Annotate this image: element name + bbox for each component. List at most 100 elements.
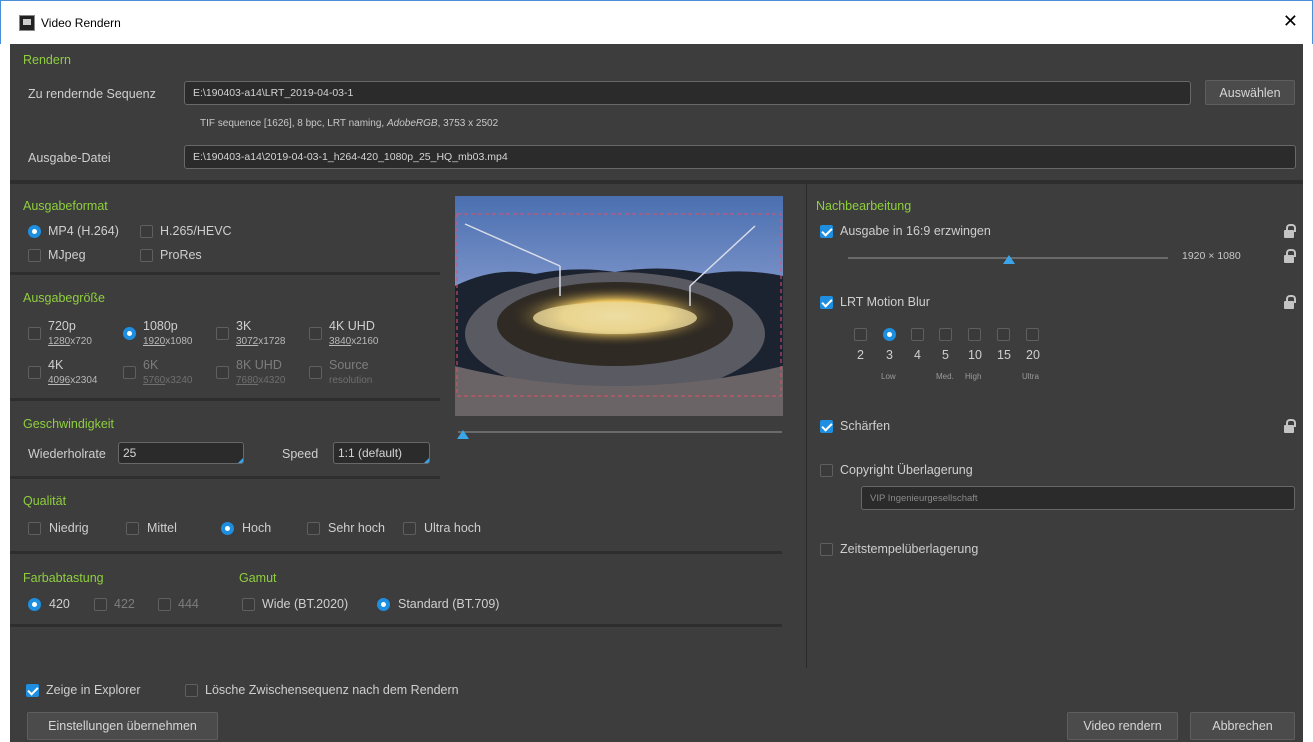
label-gamut-standard[interactable]: Standard (BT.709) xyxy=(398,597,499,611)
label-3k[interactable]: 3K xyxy=(236,319,251,333)
radio-720p[interactable] xyxy=(28,327,41,340)
radio-mp4[interactable] xyxy=(28,225,41,238)
checkbox-copyright[interactable] xyxy=(820,464,833,477)
blur-num-3: 3 xyxy=(886,348,893,362)
label-mjpeg[interactable]: MJpeg xyxy=(48,248,86,262)
apply-settings-button[interactable]: Einstellungen übernehmen xyxy=(27,712,218,740)
radio-blur-3[interactable] xyxy=(883,328,896,341)
radio-mjpeg[interactable] xyxy=(28,249,41,262)
checkbox-motion-blur[interactable] xyxy=(820,296,833,309)
radio-444 xyxy=(158,598,171,611)
label-sharpen[interactable]: Schärfen xyxy=(840,419,890,433)
radio-blur-20[interactable] xyxy=(1026,328,1039,341)
choose-button[interactable]: Auswählen xyxy=(1205,80,1295,105)
label-quality-veryhigh[interactable]: Sehr hoch xyxy=(328,521,385,535)
sequence-label: Zu rendernde Sequenz xyxy=(28,87,156,101)
radio-gamut-wide[interactable] xyxy=(242,598,255,611)
blur-num-5: 5 xyxy=(942,348,949,362)
lock-icon[interactable] xyxy=(1284,249,1296,263)
radio-quality-high[interactable] xyxy=(221,522,234,535)
radio-420[interactable] xyxy=(28,598,41,611)
label-quality-mid[interactable]: Mittel xyxy=(147,521,177,535)
separator-format xyxy=(10,272,440,275)
res-6k: 5760x3240 xyxy=(143,375,193,386)
separator-top xyxy=(10,180,1303,184)
label-show-explorer[interactable]: Zeige in Explorer xyxy=(46,683,141,697)
res-3k: 3072x1728 xyxy=(236,336,286,347)
render-video-button[interactable]: Video rendern xyxy=(1067,712,1178,740)
radio-hevc[interactable] xyxy=(140,225,153,238)
radio-blur-2[interactable] xyxy=(854,328,867,341)
radio-source xyxy=(309,366,322,379)
preview-timeline-handle[interactable] xyxy=(457,430,469,439)
rate-input[interactable]: 25 xyxy=(118,442,244,464)
label-8k-uhd: 8K UHD xyxy=(236,358,282,372)
label-1080p[interactable]: 1080p xyxy=(143,319,178,333)
radio-blur-5[interactable] xyxy=(939,328,952,341)
radio-gamut-standard[interactable] xyxy=(377,598,390,611)
radio-3k[interactable] xyxy=(216,327,229,340)
checkbox-sharpen[interactable] xyxy=(820,420,833,433)
checkbox-timestamp[interactable] xyxy=(820,543,833,556)
label-timestamp[interactable]: Zeitstempelüberlagerung xyxy=(840,542,978,556)
lock-icon[interactable] xyxy=(1284,419,1296,433)
blur-num-2: 2 xyxy=(857,348,864,362)
radio-quality-veryhigh[interactable] xyxy=(307,522,320,535)
section-format: Ausgabeformat xyxy=(23,199,108,213)
label-4k[interactable]: 4K xyxy=(48,358,63,372)
sequence-input[interactable]: E:\190403-a14\LRT_2019-04-03-1 xyxy=(184,81,1191,105)
label-720p[interactable]: 720p xyxy=(48,319,76,333)
blur-tag-med: Med. xyxy=(936,372,954,381)
blur-num-4: 4 xyxy=(914,348,921,362)
checkbox-delete-intermediate[interactable] xyxy=(185,684,198,697)
radio-blur-10[interactable] xyxy=(968,328,981,341)
checkbox-force-169[interactable] xyxy=(820,225,833,238)
label-motion-blur[interactable]: LRT Motion Blur xyxy=(840,295,930,309)
label-force-169[interactable]: Ausgabe in 16:9 erzwingen xyxy=(840,224,991,238)
label-prores[interactable]: ProRes xyxy=(160,248,202,262)
label-mp4[interactable]: MP4 (H.264) xyxy=(48,224,119,238)
res-4k: 4096x2304 xyxy=(48,375,98,386)
aspect-slider-handle[interactable] xyxy=(1003,255,1015,264)
label-copyright[interactable]: Copyright Überlagerung xyxy=(840,463,973,477)
lock-icon[interactable] xyxy=(1284,295,1296,309)
lock-icon[interactable] xyxy=(1284,224,1296,238)
checkbox-show-explorer[interactable] xyxy=(26,684,39,697)
radio-blur-15[interactable] xyxy=(997,328,1010,341)
res-4k-uhd: 3840x2160 xyxy=(329,336,379,347)
separator-size xyxy=(10,398,440,401)
radio-quality-low[interactable] xyxy=(28,522,41,535)
section-sampling: Farbabtastung xyxy=(23,571,104,585)
copyright-input[interactable]: VIP Ingenieurgesellschaft xyxy=(861,486,1295,510)
radio-prores[interactable] xyxy=(140,249,153,262)
sequence-info-colorspace: AdobeRGB xyxy=(386,118,438,129)
radio-4k-uhd[interactable] xyxy=(309,327,322,340)
label-quality-ultra[interactable]: Ultra hoch xyxy=(424,521,481,535)
label-gamut-wide[interactable]: Wide (BT.2020) xyxy=(262,597,348,611)
label-delete-intermediate[interactable]: Lösche Zwischensequenz nach dem Rendern xyxy=(205,683,459,697)
label-quality-high[interactable]: Hoch xyxy=(242,521,271,535)
output-file-input[interactable]: E:\190403-a14\2019-04-03-1_h264-420_1080… xyxy=(184,145,1296,169)
radio-quality-ultra[interactable] xyxy=(403,522,416,535)
sequence-info-dims: , 3753 x 2502 xyxy=(437,118,499,129)
label-hevc[interactable]: H.265/HEVC xyxy=(160,224,232,238)
label-4k-uhd[interactable]: 4K UHD xyxy=(329,319,375,333)
label-420[interactable]: 420 xyxy=(49,597,70,611)
radio-8k-uhd xyxy=(216,366,229,379)
cancel-button[interactable]: Abbrechen xyxy=(1190,712,1295,740)
section-speed: Geschwindigkeit xyxy=(23,417,115,431)
speed-input[interactable]: 1:1 (default) xyxy=(333,442,430,464)
close-icon[interactable]: ✕ xyxy=(1283,12,1298,30)
section-post: Nachbearbeitung xyxy=(816,199,912,213)
radio-quality-mid[interactable] xyxy=(126,522,139,535)
preview-timeline-track[interactable] xyxy=(458,431,782,433)
preview-image xyxy=(455,196,783,416)
output-label: Ausgabe-Datei xyxy=(28,151,111,165)
radio-1080p[interactable] xyxy=(123,327,136,340)
blur-num-15: 15 xyxy=(997,348,1011,362)
radio-blur-4[interactable] xyxy=(911,328,924,341)
section-gamut: Gamut xyxy=(239,571,277,585)
radio-422 xyxy=(94,598,107,611)
label-quality-low[interactable]: Niedrig xyxy=(49,521,89,535)
radio-4k[interactable] xyxy=(28,366,41,379)
